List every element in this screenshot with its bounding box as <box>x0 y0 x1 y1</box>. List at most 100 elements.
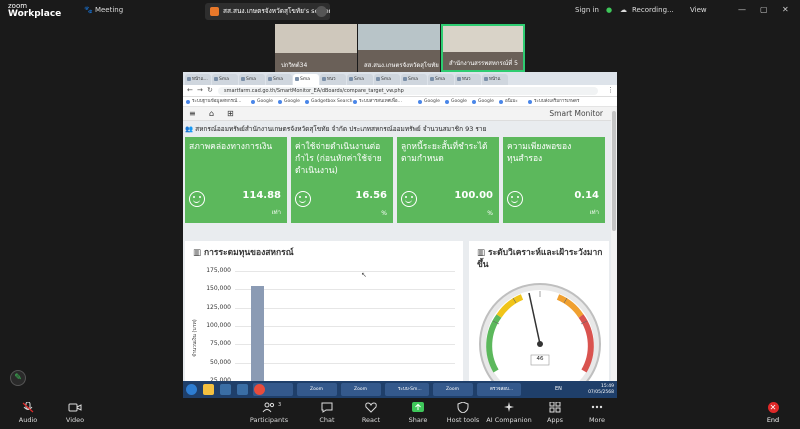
smile-icon <box>507 191 523 207</box>
taskbar-clock[interactable]: 15:49 07/05/2568 <box>588 384 614 396</box>
bookmark[interactable]: Google <box>418 98 440 106</box>
taskbar-zoom[interactable]: Zoom <box>341 383 381 396</box>
bookmark[interactable]: Gadgetbox Search <box>305 98 353 106</box>
more-options-icon[interactable] <box>316 6 327 17</box>
bookmark[interactable]: Google <box>445 98 467 106</box>
browser-tab[interactable]: หน้าแ... <box>185 74 211 85</box>
ai-companion-button[interactable]: AI Companion <box>484 402 534 424</box>
browser-tab-strip: หน้าแ... Sma Sma Sma Sma หนว Sma Sma Sma… <box>183 72 617 85</box>
end-meeting-button[interactable]: ✕ End <box>755 402 791 424</box>
sign-in-link[interactable]: Sign in <box>575 6 599 14</box>
chat-button[interactable]: Chat <box>302 402 352 424</box>
react-button[interactable]: React <box>346 402 396 424</box>
participant-tile[interactable]: สส.สนง.เกษตรจังหวัดสุโขทัย <box>358 24 440 72</box>
kpi-title: สภาพคล่องทางการเงิน <box>189 142 273 152</box>
back-icon[interactable]: ← <box>187 86 193 94</box>
cursor-icon: ↖ <box>361 271 367 279</box>
taskbar-app[interactable]: ระบบ-Sm... <box>385 383 429 396</box>
kpi-unit: % <box>381 210 387 217</box>
meeting-label: Meeting <box>94 6 124 14</box>
bookmark[interactable]: อนิเมะ <box>499 98 518 106</box>
forward-icon[interactable]: → <box>197 86 203 94</box>
browser-tab[interactable]: Sma <box>212 74 238 85</box>
participants-button[interactable]: Participants 3 <box>244 402 294 424</box>
scrollbar-thumb[interactable] <box>612 111 616 231</box>
share-label: Share <box>408 416 428 424</box>
app-icon[interactable] <box>220 384 231 395</box>
browser-tab[interactable]: หนว <box>320 74 346 85</box>
annotate-pencil-icon[interactable]: ✎ <box>10 370 26 386</box>
grid-line <box>235 271 455 272</box>
browser-tab[interactable]: หนว <box>455 74 481 85</box>
screen-share-indicator[interactable]: สส.สนง.เกษตรจังหวัดสุโขทัย's screen <box>205 3 330 20</box>
bar-chart-icon: ▥ <box>477 248 486 258</box>
end-x-icon: ✕ <box>767 402 779 413</box>
host-tools-label: Host tools <box>446 416 480 424</box>
kpi-card-liquidity: สภาพคล่องทางการเงิน 114.88 เท่า <box>185 137 287 223</box>
host-tools-button[interactable]: Host tools <box>438 402 488 424</box>
y-tick-label: 50,000 <box>210 358 231 366</box>
video-button[interactable]: Video <box>50 402 100 424</box>
browser-tab[interactable]: Sma <box>347 74 373 85</box>
panel-title: ▥ ระดับวิเคราะห์และเฝ้าระวังมากขึ้น <box>477 247 603 271</box>
recording-status[interactable]: Recording... <box>632 6 674 14</box>
hamburger-menu-icon[interactable]: ≡ <box>189 109 196 118</box>
bookmark[interactable]: Google <box>251 98 273 106</box>
expand-icon[interactable]: ⊞ <box>227 109 234 118</box>
browser-tab[interactable]: Sma <box>374 74 400 85</box>
home-icon[interactable]: ⌂ <box>209 109 214 118</box>
browser-tab[interactable]: Sma <box>266 74 292 85</box>
grid-line <box>235 326 455 327</box>
shield-check-icon[interactable]: ● <box>606 6 612 14</box>
browser-tab-active[interactable]: Sma <box>293 74 319 85</box>
start-icon[interactable] <box>186 384 197 395</box>
kpi-title: ความเพียงพอของทุนสำรอง <box>507 142 572 164</box>
end-label: End <box>766 416 780 424</box>
browser-tab[interactable]: หน้าแ <box>482 74 508 85</box>
taskbar-app[interactable]: ตรวจสอบ... <box>477 383 521 396</box>
close-icon[interactable]: ✕ <box>782 5 789 14</box>
bookmark[interactable]: Google <box>278 98 300 106</box>
participant-tile[interactable]: ปกวิทต์34 <box>275 24 357 72</box>
bookmark[interactable]: ระบบสารสนเทศเพื่อ... <box>353 98 402 106</box>
bookmark[interactable]: ระบบส่งเสริมการเกษตร <box>528 98 579 106</box>
taskbar-zoom[interactable]: Zoom <box>433 383 473 396</box>
participant-tile-active[interactable]: สำนักงานสรรพสหกรณ์ที่ 5 <box>441 24 525 72</box>
bookmark[interactable]: Google <box>472 98 494 106</box>
participants-label: Participants <box>249 416 289 424</box>
audio-button[interactable]: Audio <box>3 402 53 424</box>
share-button[interactable]: Share <box>393 402 443 424</box>
browser-tab[interactable]: Sma <box>428 74 454 85</box>
meeting-menu[interactable]: 🐾 Meeting <box>84 6 123 14</box>
participant-name: สส.สนง.เกษตรจังหวัดสุโขทัย <box>364 62 439 69</box>
paw-icon: 🐾 <box>84 6 93 14</box>
cooperative-info-text: สหกรณ์ออมทรัพย์สำนักงานเกษตรจังหวัดสุโขท… <box>195 125 487 133</box>
minimize-icon[interactable]: — <box>738 5 746 14</box>
cloud-icon: ☁ <box>620 6 627 14</box>
more-button[interactable]: More <box>572 402 622 424</box>
capital-panel-title: การระดมทุนของสหกรณ์ <box>204 248 294 258</box>
view-button[interactable]: View <box>690 6 707 14</box>
browser-tab[interactable]: Sma <box>239 74 265 85</box>
bookmark[interactable]: ระบบฐานข้อมูลสหกรณ์... <box>186 98 241 106</box>
shared-screen: หน้าแ... Sma Sma Sma Sma หนว Sma Sma Sma… <box>183 72 617 398</box>
browser-tab[interactable]: Sma <box>401 74 427 85</box>
risk-gauge-panel: ▥ ระดับวิเคราะห์และเฝ้าระวังมากขึ้น 46 <box>469 241 609 381</box>
taskbar-zoom[interactable]: Zoom <box>297 383 337 396</box>
shield-icon <box>457 402 469 413</box>
url-field[interactable]: smartfarm.cad.go.th/SmartMonitor_EA/dBoa… <box>218 87 598 95</box>
zoom-toolbar: Audio Video Participants 3 Chat React Sh… <box>0 398 800 429</box>
mic-muted-icon <box>22 402 34 413</box>
video-background <box>358 24 440 51</box>
maximize-icon[interactable]: ▢ <box>760 5 768 14</box>
kpi-unit: % <box>487 210 493 217</box>
reload-icon[interactable]: ↻ <box>207 86 213 94</box>
clock-date: 07/05/2568 <box>588 390 614 395</box>
page-scrollbar[interactable] <box>611 107 617 381</box>
menu-dots-icon[interactable]: ⋮ <box>607 86 614 94</box>
language-indicator[interactable]: EN <box>555 386 562 392</box>
bar[interactable] <box>251 286 264 381</box>
taskbar-chrome[interactable] <box>253 383 293 396</box>
app-icon[interactable] <box>237 384 248 395</box>
file-explorer-icon[interactable] <box>203 384 214 395</box>
